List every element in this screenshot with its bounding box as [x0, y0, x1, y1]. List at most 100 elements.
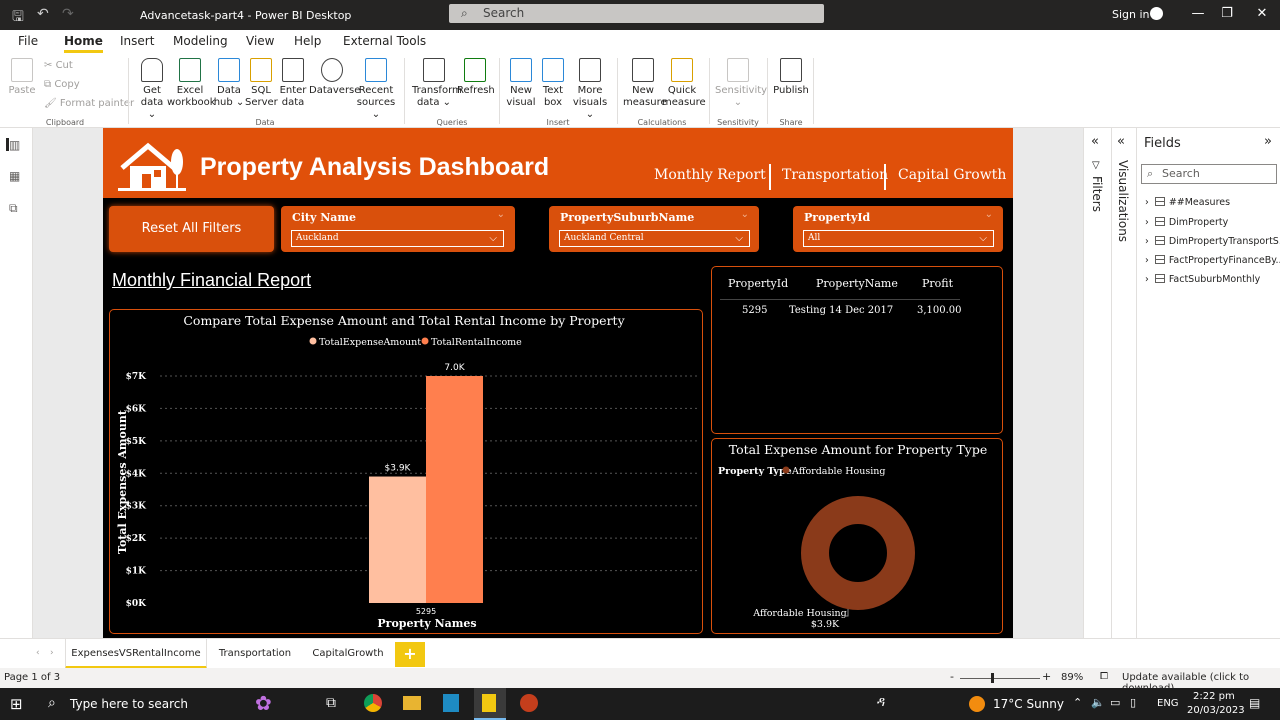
chrome-icon[interactable] [364, 694, 382, 712]
chevron-down-icon[interactable]: ⌄ [985, 209, 993, 220]
menu-external-tools[interactable]: External Tools [343, 34, 426, 48]
sensitivity-button[interactable]: Sensitivity ⌄ [715, 58, 767, 109]
city-name-dropdown[interactable]: Auckland ⌵ [291, 230, 504, 247]
chevrons-left-icon[interactable]: « [1117, 134, 1125, 149]
menu-help[interactable]: Help [294, 34, 321, 48]
tray-chevron-icon[interactable]: ⌃ [1073, 696, 1082, 709]
network-icon[interactable]: ▭ [1110, 696, 1120, 709]
zoom-in-icon[interactable]: + [1042, 670, 1051, 683]
add-page-button[interactable]: + [395, 642, 425, 667]
power-bi-icon[interactable] [482, 694, 496, 712]
filters-pane-collapsed[interactable]: « ▽ Filters [1083, 128, 1111, 638]
filters-label[interactable]: Filters [1090, 176, 1104, 212]
language-indicator[interactable]: ENG [1157, 698, 1179, 709]
report-view-icon[interactable]: ▥ [6, 138, 20, 152]
text-box-button[interactable]: Text box [538, 58, 568, 109]
menu-modeling[interactable]: Modeling [173, 34, 228, 48]
refresh-button[interactable]: Refresh [457, 58, 495, 97]
zoom-slider[interactable] [960, 678, 1040, 679]
speaker-icon[interactable]: 🔈 [1091, 696, 1105, 709]
tab-expenses-vs-rental[interactable]: ExpensesVSRentalIncome [65, 639, 207, 669]
tab-capital-growth[interactable]: CapitalGrowth [303, 639, 393, 669]
taskbar-search[interactable]: Type here to search [70, 697, 188, 711]
table-header-propertyname[interactable]: PropertyName [816, 277, 898, 290]
windows-start-icon[interactable]: ⊞ [10, 695, 23, 713]
powerpoint-icon[interactable] [520, 694, 538, 712]
donut-slice-affordable-housing[interactable] [801, 496, 915, 610]
donut-legend-item[interactable]: Affordable Housing [791, 466, 885, 477]
table-row[interactable]: 5295 Testing 14 Dec 2017 3,100.00 [712, 305, 972, 321]
suburb-dropdown[interactable]: Auckland Central ⌵ [559, 230, 750, 247]
table-view-icon[interactable]: ▦ [9, 169, 23, 183]
title-search-box[interactable]: ⌕ Search [449, 4, 824, 23]
table-header-propertyid[interactable]: PropertyId [728, 277, 788, 290]
task-view-icon[interactable]: ⧉ [326, 695, 336, 711]
chevrons-right-icon[interactable]: » [1264, 134, 1272, 149]
maximize-icon[interactable]: ❐ [1217, 6, 1237, 21]
nav-monthly-report[interactable]: Monthly Report [654, 167, 766, 183]
people-icon[interactable]: ዳ [877, 695, 885, 710]
visualizations-label[interactable]: Visualizations [1116, 160, 1130, 242]
table-header-profit[interactable]: Profit [922, 277, 953, 290]
fit-page-icon[interactable]: ⧠ [1100, 671, 1108, 682]
minimize-icon[interactable]: — [1188, 6, 1208, 21]
menu-file[interactable]: File [18, 34, 38, 48]
app-icon[interactable] [443, 694, 459, 712]
battery-icon[interactable]: ▯ [1130, 696, 1136, 709]
redo-icon[interactable]: ↷ [62, 6, 74, 22]
weather-text[interactable]: 17°C Sunny [993, 697, 1064, 711]
zoom-out-icon[interactable]: - [950, 670, 954, 683]
fields-search-input[interactable]: ⌕ Search [1141, 164, 1277, 184]
field-table-factsuburbmonthly[interactable]: › FactSuburbMonthly [1145, 274, 1260, 285]
quick-measure-button[interactable]: Quick measure [662, 58, 706, 109]
legend-expense[interactable]: TotalExpenseAmount [319, 337, 421, 348]
donut-chart-panel[interactable]: Total Expense Amount for Property Type P… [711, 438, 1003, 634]
tab-scroll-right-icon[interactable]: › [50, 648, 54, 658]
excel-workbook-button[interactable]: Excel workbook [167, 58, 216, 109]
bar-chart-panel[interactable]: Compare Total Expense Amount and Total R… [109, 309, 703, 634]
chevron-down-icon[interactable]: ⌄ [497, 209, 505, 220]
tab-transportation[interactable]: Transportation [210, 639, 300, 669]
get-data-button[interactable]: Get data ⌄ [135, 58, 169, 121]
chevrons-left-icon[interactable]: « [1091, 134, 1099, 149]
zoom-slider-handle[interactable] [991, 673, 994, 683]
close-icon[interactable]: ✕ [1252, 6, 1272, 21]
avatar[interactable] [1150, 7, 1163, 20]
cut-button[interactable]: ✂ Cut [44, 60, 73, 71]
sign-in-link[interactable]: Sign in [1112, 8, 1150, 21]
dataverse-button[interactable]: Dataverse [309, 58, 360, 97]
legend-rental[interactable]: TotalRentalIncome [431, 337, 522, 348]
field-table-measures[interactable]: › ##Measures [1145, 197, 1230, 208]
tab-scroll-left-icon[interactable]: ‹ [36, 648, 40, 658]
enter-data-button[interactable]: Enter data [277, 58, 309, 109]
nav-transportation[interactable]: Transportation [782, 167, 888, 183]
copy-button[interactable]: ⧉ Copy [44, 79, 80, 90]
menu-insert[interactable]: Insert [120, 34, 154, 48]
sql-server-button[interactable]: SQL Server [245, 58, 278, 109]
property-id-dropdown[interactable]: All ⌵ [803, 230, 994, 247]
paste-button[interactable]: Paste [8, 58, 36, 97]
menu-view[interactable]: View [246, 34, 274, 48]
reset-filters-button[interactable]: Reset All Filters [109, 206, 274, 252]
menu-home[interactable]: Home [64, 34, 103, 53]
transform-data-button[interactable]: Transform data ⌄ [412, 58, 462, 109]
notifications-icon[interactable]: ▤ [1249, 696, 1260, 710]
new-visual-button[interactable]: New visual [505, 58, 537, 109]
clock-date[interactable]: 20/03/2023 [1187, 705, 1245, 716]
more-visuals-button[interactable]: More visuals ⌄ [570, 58, 610, 121]
file-explorer-icon[interactable] [403, 696, 421, 710]
property-table-panel[interactable]: PropertyId PropertyName Profit 5295 Test… [711, 266, 1003, 434]
visualizations-pane-collapsed[interactable]: « Visualizations [1111, 128, 1136, 638]
new-measure-button[interactable]: New measure [623, 58, 667, 109]
clock-time[interactable]: 2:22 pm [1193, 691, 1235, 702]
chevron-down-icon[interactable]: ⌄ [741, 209, 749, 220]
data-hub-button[interactable]: Data hub ⌄ [213, 58, 245, 109]
recent-sources-button[interactable]: Recent sources ⌄ [355, 58, 397, 121]
undo-icon[interactable]: ↶ [37, 6, 49, 22]
field-table-dimpropertytransport[interactable]: › DimPropertyTransportS... [1145, 236, 1280, 247]
field-table-dimproperty[interactable]: › DimProperty [1145, 217, 1228, 228]
format-painter-button[interactable]: 🖌 Format painter [44, 98, 134, 109]
field-table-factpropertyfinance[interactable]: › FactPropertyFinanceBy... [1145, 255, 1280, 266]
model-view-icon[interactable]: ⧉ [9, 201, 23, 215]
save-icon[interactable]: 🖫 [12, 6, 24, 30]
